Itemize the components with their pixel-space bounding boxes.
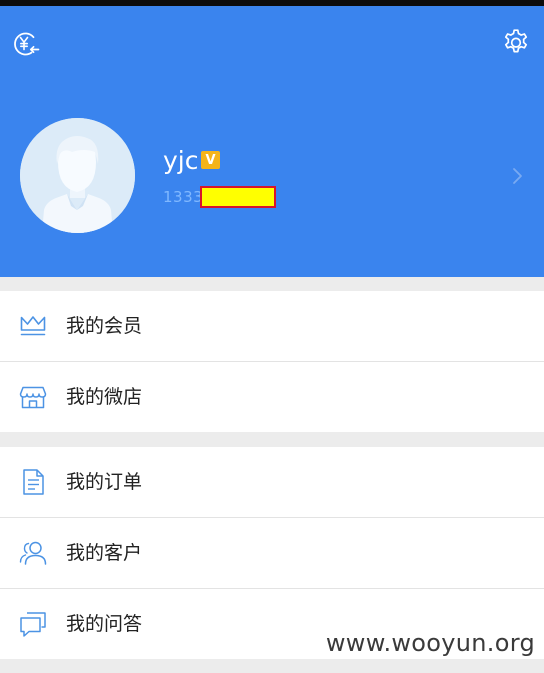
shop-icon (18, 382, 48, 412)
menu-item-orders[interactable]: 我的订单 (0, 447, 544, 517)
yuan-wallet-icon[interactable] (11, 29, 41, 59)
default-user-icon (20, 118, 135, 233)
menu-item-label: 我的微店 (66, 386, 143, 408)
phone-number: 1333 (163, 188, 204, 206)
menu-item-label: 我的问答 (66, 613, 143, 635)
redaction-box (200, 186, 276, 208)
profile-screen: yjc V 1333 我的会员 我的微店 我的订单 我的客户 我的问答 www.… (0, 0, 544, 673)
chat-icon (18, 609, 48, 639)
vip-badge: V (201, 151, 220, 169)
bottom-strip (0, 659, 544, 673)
menu-item-label: 我的客户 (66, 542, 143, 564)
customers-icon (18, 538, 48, 568)
document-icon (18, 467, 48, 497)
menu-group-membership: 我的会员 我的微店 (0, 291, 544, 432)
chevron-right-icon[interactable] (508, 161, 528, 191)
menu-item-shop[interactable]: 我的微店 (0, 361, 544, 432)
profile-header: yjc V 1333 (0, 6, 544, 277)
username: yjc (163, 146, 199, 175)
crown-icon (18, 311, 48, 341)
menu-item-label: 我的会员 (66, 315, 143, 337)
avatar[interactable] (20, 118, 135, 233)
watermark: www.wooyun.org (325, 629, 535, 657)
menu-item-customers[interactable]: 我的客户 (0, 517, 544, 588)
gear-icon[interactable] (501, 27, 531, 57)
menu-item-label: 我的订单 (66, 471, 143, 493)
vip-badge-label: V (205, 152, 216, 168)
menu-item-membership[interactable]: 我的会员 (0, 291, 544, 361)
